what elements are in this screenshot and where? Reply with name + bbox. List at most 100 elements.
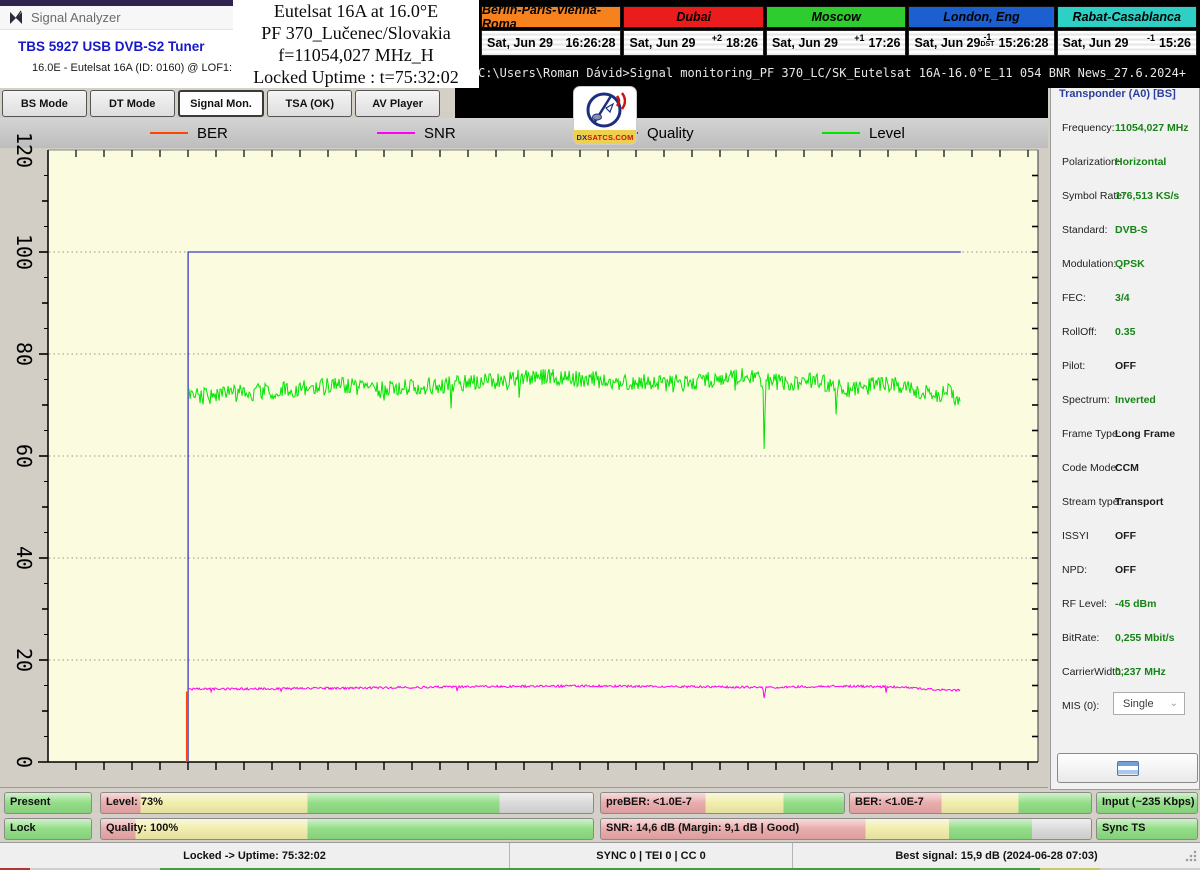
tab-bs-mode[interactable]: BS Mode <box>2 90 87 117</box>
field-value: CCM <box>1115 462 1139 474</box>
clock-utc-offset: -1 <box>1147 33 1155 43</box>
y-tick-label: 100 <box>10 230 36 274</box>
field-value: -45 dBm <box>1115 598 1156 610</box>
row-symbol-rate: Symbol Rate:176,513 KS/s <box>1051 180 1199 214</box>
annotation-line: Locked Uptime : t=75:32:02 <box>233 66 479 88</box>
legend-label: Quality <box>647 125 694 142</box>
y-tick-label: 20 <box>10 638 36 682</box>
preber-bar: preBER: <1.0E-7 <box>600 792 845 814</box>
clock-berlin: Berlin-Paris-Vienna-Roma Sat, Jun 29 16:… <box>481 6 621 58</box>
clock-time-row: Sat, Jun 29 +1 17:26 <box>766 30 906 56</box>
row-mis: MIS (0): Single ⌄ <box>1051 690 1199 726</box>
y-tick-label: 60 <box>10 434 36 478</box>
tab-signal-mon[interactable]: Signal Mon. <box>178 90 265 117</box>
clock-date: Sat, Jun 29 <box>772 36 838 50</box>
row-pilot: Pilot: OFF <box>1051 350 1199 384</box>
field-value: Transport <box>1115 496 1163 508</box>
y-tick-label: 120 <box>10 128 36 172</box>
field-value: 176,513 KS/s <box>1115 190 1179 202</box>
clock-time: 17:26 <box>868 36 900 50</box>
row-issyi: ISSYIOFF <box>1051 520 1199 554</box>
mis-dropdown[interactable]: Single ⌄ <box>1113 692 1185 715</box>
clock-time-row: Sat, Jun 29 16:26:28 <box>481 30 621 56</box>
console-prompt: C:\Users\Roman Dávid>Signal monitoring_P… <box>478 66 1186 80</box>
field-value: 0,237 MHz <box>1115 666 1166 678</box>
satellite-dish-icon <box>584 90 626 130</box>
field-label: NPD: <box>1062 564 1087 576</box>
row-spectrum: Spectrum: Inverted <box>1051 384 1199 418</box>
field-value: OFF <box>1115 530 1136 542</box>
field-label: RollOff: <box>1062 326 1097 338</box>
status-bar: Locked -> Uptime: 75:32:02 SYNC 0 | TEI … <box>0 842 1200 868</box>
field-value: 0.35 <box>1115 326 1135 338</box>
logo-text: DXSATCS.COM <box>574 130 636 144</box>
mis-selected-value: Single <box>1123 698 1154 710</box>
field-value: 3/4 <box>1115 292 1130 304</box>
present-label: Present <box>10 796 50 808</box>
field-label: Frequency: <box>1062 122 1115 134</box>
tab-av-player[interactable]: AV Player <box>355 90 440 117</box>
logo-text-dx: DX <box>576 133 587 142</box>
snr-bar: SNR: 14,6 dB (Margin: 9,1 dB | Good) <box>600 818 1092 840</box>
logo-text-rest: SATCS.COM <box>587 133 633 142</box>
snr-label: SNR: 14,6 dB (Margin: 9,1 dB | Good) <box>606 822 799 834</box>
tuner-title: TBS 5927 USB DVB-S2 Tuner <box>18 39 205 54</box>
field-value: DVB-S <box>1115 224 1148 236</box>
lock-indicator: Lock <box>4 818 92 840</box>
transponder-rows: Frequency:11054,027 MHz Polarization:Hor… <box>1051 112 1199 726</box>
field-value: Inverted <box>1115 394 1156 406</box>
field-label: Pilot: <box>1062 360 1085 372</box>
dxsatcs-logo: DXSATCS.COM <box>573 86 637 145</box>
status-best-signal: Best signal: 15,9 dB (2024-06-28 07:03) <box>793 843 1200 868</box>
export-button[interactable] <box>1057 753 1198 783</box>
field-label: Frame Type: <box>1062 428 1121 440</box>
field-value: Long Frame <box>1115 428 1175 440</box>
signal-analyzer-app: Signal Analyzer TBS 5927 USB DVB-S2 Tune… <box>0 0 1200 870</box>
transponder-title: Transponder (A0) [BS] <box>1059 88 1176 100</box>
row-standard: Standard:DVB-S <box>1051 214 1199 248</box>
quality-bar: Quality: 100% <box>100 818 594 840</box>
tab-dt-mode[interactable]: DT Mode <box>90 90 175 117</box>
field-label: RF Level: <box>1062 598 1107 610</box>
legend-item-level: Level <box>822 118 905 148</box>
field-value: OFF <box>1115 360 1136 372</box>
clock-utc-offset: +1 <box>854 33 864 43</box>
legend-item-snr: SNR <box>377 118 456 148</box>
window-title: Signal Analyzer <box>31 10 121 25</box>
clock-utc-offset: -1 DST <box>980 34 994 48</box>
mode-tabs: BS Mode DT Mode Signal Mon. TSA (OK) AV … <box>2 90 440 117</box>
resize-grip[interactable] <box>1185 850 1197 862</box>
annotation-line: PF 370_Lučenec/Slovakia <box>233 22 479 44</box>
legend-item-ber: BER <box>150 118 228 148</box>
field-label: Stream type: <box>1062 496 1122 508</box>
field-value: 0,255 Mbit/s <box>1115 632 1175 644</box>
annotation-line: f=11054,027 MHz_H <box>233 44 479 66</box>
field-label: MIS (0): <box>1062 700 1099 712</box>
clock-city-label: Rabat-Casablanca <box>1057 6 1197 28</box>
console-window-lower <box>455 88 1048 118</box>
legend-label: SNR <box>424 125 456 142</box>
present-indicator: Present <box>4 792 92 814</box>
snr-line-swatch <box>377 132 415 134</box>
field-value: QPSK <box>1115 258 1145 270</box>
clock-time: 18:26 <box>726 36 758 50</box>
field-label: Spectrum: <box>1062 394 1110 406</box>
clock-time: 15:26 <box>1159 36 1191 50</box>
y-tick-label: 40 <box>10 536 36 580</box>
field-label: Polarization: <box>1062 156 1120 168</box>
chevron-down-icon: ⌄ <box>1170 698 1178 709</box>
clock-london: London, Eng Sat, Jun 29 -1 DST 15:26:28 <box>908 6 1054 58</box>
transponder-sidebar: Transponder (A0) [BS] Frequency:11054,02… <box>1050 85 1200 790</box>
sync-ts-indicator: Sync TS <box>1096 818 1198 840</box>
quality-label: Quality: 100% <box>106 822 178 834</box>
row-frame-type: Frame Type:Long Frame <box>1051 418 1199 452</box>
row-modulation: Modulation:QPSK <box>1051 248 1199 282</box>
clock-time: 15:26:28 <box>998 36 1048 50</box>
clock-moscow: Moscow Sat, Jun 29 +1 17:26 <box>766 6 906 58</box>
legend-label: Level <box>869 125 905 142</box>
row-rf-level: RF Level: -45 dBm <box>1051 588 1199 622</box>
clock-date: Sat, Jun 29 <box>629 36 695 50</box>
tab-tsa[interactable]: TSA (OK) <box>267 90 352 117</box>
y-tick-label: 0 <box>10 740 36 784</box>
field-label: BitRate: <box>1062 632 1099 644</box>
